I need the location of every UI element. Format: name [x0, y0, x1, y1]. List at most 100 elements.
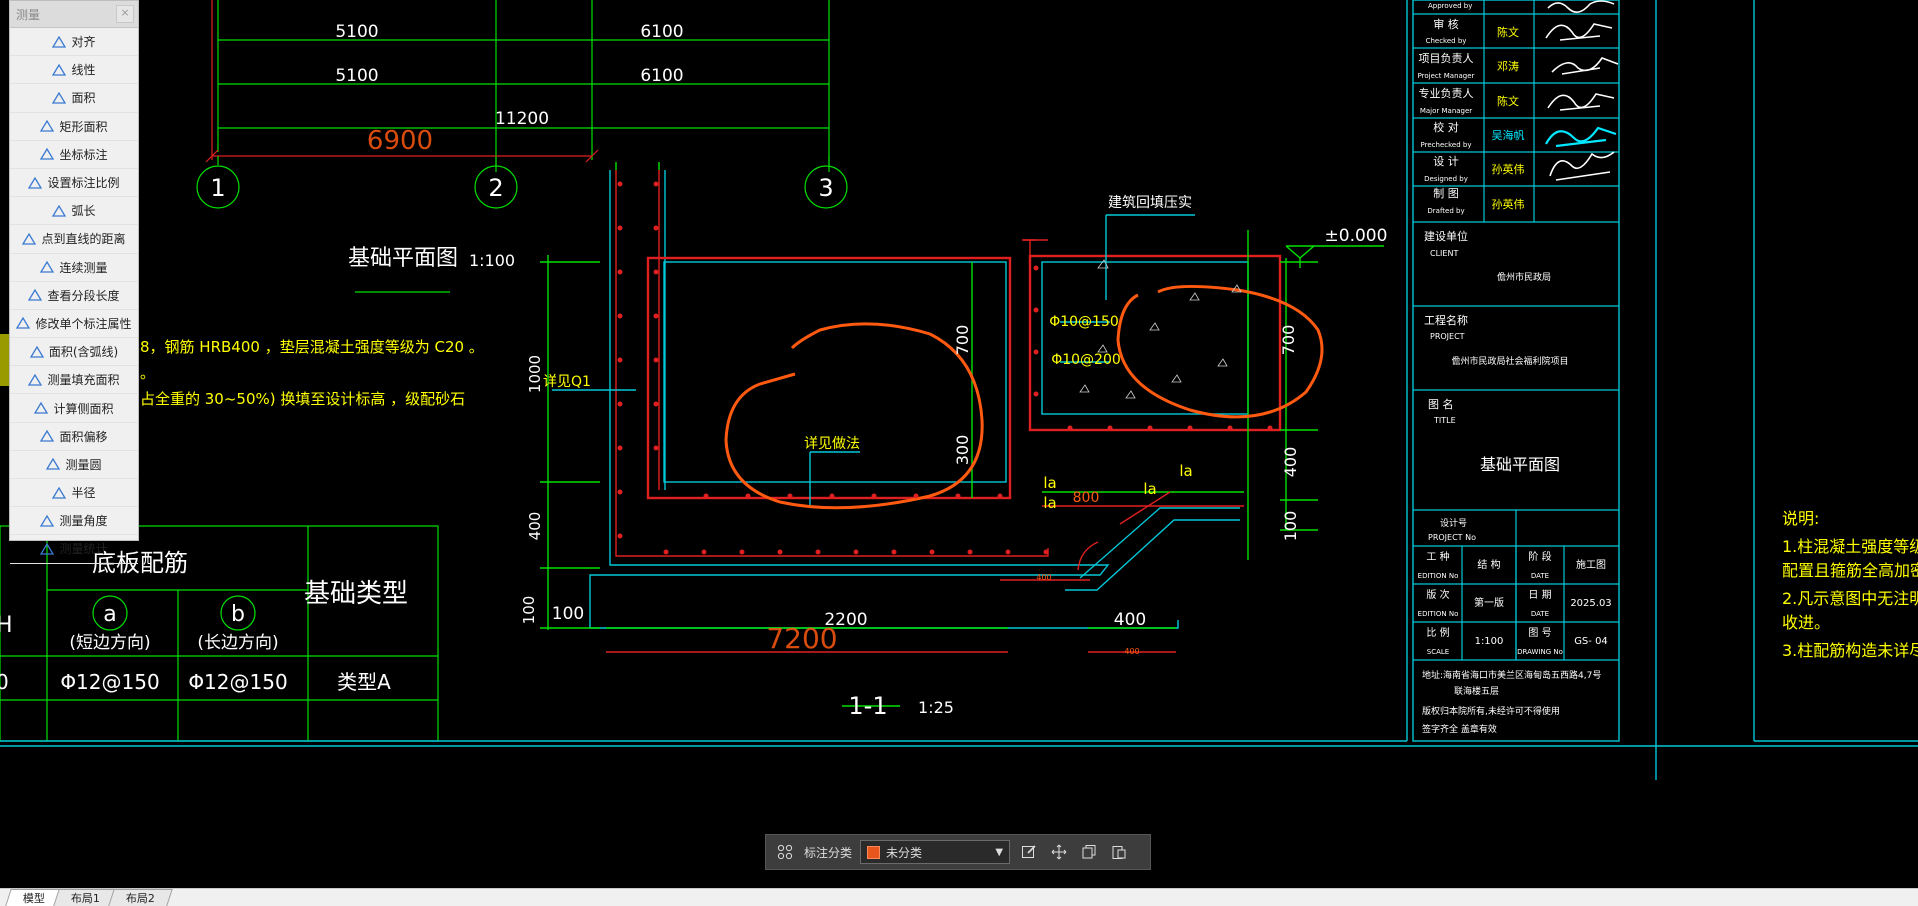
- measure-tool-circle-measure[interactable]: 测量圆: [10, 451, 138, 479]
- svg-text:吴海帆: 吴海帆: [1492, 128, 1525, 142]
- dim-small: 400: [1036, 573, 1051, 582]
- svg-text:TITLE: TITLE: [1433, 416, 1456, 425]
- la-label: la: [1179, 462, 1192, 480]
- statistics-icon: [40, 542, 55, 556]
- measure-tool-statistics[interactable]: 测量统计: [10, 535, 138, 564]
- svg-text:孙英伟: 孙英伟: [1492, 197, 1525, 211]
- measure-tool-coordinate[interactable]: 坐标标注: [10, 141, 138, 169]
- svg-text:儋州市民政局: 儋州市民政局: [1497, 271, 1551, 283]
- measure-panel-header[interactable]: 测量 ×: [10, 1, 138, 28]
- category-selected-value: 未分类: [886, 845, 923, 860]
- plan-note: 占全重的 30~50%) 换填至设计标高 ，级配砂石: [140, 390, 465, 408]
- measure-tool-hatch-area[interactable]: 测量填充面积: [10, 366, 138, 395]
- measure-tool-radius[interactable]: 半径: [10, 479, 138, 508]
- point-line-distance-icon: [22, 232, 37, 246]
- plan-note: 。: [140, 364, 155, 382]
- svg-text:日 期: 日 期: [1528, 589, 1551, 601]
- table-cell: Φ12@150: [188, 670, 287, 694]
- measure-tool-edit-annotation[interactable]: 修改单个标注属性: [10, 310, 138, 339]
- signature-cyan: [1545, 126, 1617, 148]
- chevron-down-icon: ▼: [995, 846, 1004, 858]
- measure-tool-area-offset[interactable]: 面积偏移: [10, 423, 138, 451]
- annotation-toolbar: 标注分类 未分类 ▼: [765, 834, 1151, 870]
- measure-tool-label: 面积偏移: [59, 429, 108, 444]
- category-color-swatch: [867, 845, 881, 859]
- measure-tool-area-measure[interactable]: 面积: [10, 84, 138, 113]
- svg-text:第一版: 第一版: [1474, 596, 1504, 609]
- cad-canvas[interactable]: 5100 6100 5100 6100 11200 6900 1 2 3 基础平…: [0, 0, 1918, 888]
- close-icon[interactable]: ×: [116, 5, 134, 23]
- svg-text:工 种: 工 种: [1426, 550, 1449, 563]
- category-select[interactable]: 未分类 ▼: [860, 840, 1011, 864]
- measure-tool-list: 对齐线性 面积矩形面积坐标标注设置标注比例弧长点到直线的距离连续测量查看分段长度修…: [10, 28, 138, 564]
- svg-text:项目负责人: 项目负责人: [1419, 51, 1474, 65]
- svg-text:PROJECT No: PROJECT No: [1428, 533, 1476, 542]
- svg-text:1.柱混凝土强度等级为C: 1.柱混凝土强度等级为C: [1782, 537, 1918, 556]
- scale-icon: [28, 176, 43, 190]
- layout-tab-bar: 模型 布局1 布局2: [0, 888, 1918, 906]
- table-col-note: (长边方向): [197, 633, 278, 653]
- measure-tool-label: 测量统计: [59, 542, 108, 557]
- svg-text:Project Manager: Project Manager: [1418, 72, 1475, 80]
- measure-tool-scale[interactable]: 设置标注比例: [10, 169, 138, 198]
- move-icon[interactable]: [1048, 841, 1070, 863]
- measure-tool-label: 半径: [71, 486, 96, 501]
- measure-tool-label: 对齐: [71, 35, 96, 50]
- segment-length-icon: [28, 288, 43, 302]
- table-col: b: [231, 602, 245, 627]
- measure-tool-label: 连续测量: [59, 260, 108, 275]
- measure-tool-arc-area[interactable]: 面积(含弧线): [10, 338, 138, 367]
- measure-tool-arc-length[interactable]: 弧长: [10, 197, 138, 226]
- category-label: 标注分类: [804, 845, 853, 860]
- copy-icon[interactable]: [1078, 841, 1100, 863]
- linear-measure-icon: [52, 63, 67, 77]
- svg-text:版 次: 版 次: [1426, 588, 1449, 601]
- svg-text:邓涛: 邓涛: [1497, 59, 1519, 73]
- svg-text:说明:: 说明:: [1782, 509, 1819, 528]
- measure-tool-angle-measure[interactable]: 测量角度: [10, 507, 138, 536]
- measure-tool-linear-measure[interactable]: 线性: [10, 56, 138, 85]
- svg-text:Approved by: Approved by: [1428, 2, 1472, 10]
- tab-layout-2[interactable]: 布局2: [108, 889, 173, 906]
- level-label: ±0.000: [1325, 226, 1388, 246]
- svg-text:比 例: 比 例: [1426, 626, 1449, 639]
- table-cell: H: [0, 613, 13, 638]
- measure-tool-side-area[interactable]: 计算侧面积: [10, 394, 138, 423]
- table-cell: 类型A: [337, 670, 391, 694]
- svg-text:审 核: 审 核: [1433, 17, 1459, 31]
- svg-text:Checked by: Checked by: [1426, 37, 1467, 45]
- measure-tool-segment-length[interactable]: 查看分段长度: [10, 282, 138, 310]
- measure-tool-label: 矩形面积: [59, 119, 108, 134]
- grid-menu-icon[interactable]: [774, 841, 796, 863]
- plan-scale: 1:100: [469, 251, 515, 270]
- title-block-text: Approved by 审 核 Checked by 陈文 项目负责人 Proj…: [1418, 2, 1612, 735]
- rebar-label: Φ10@150: [1049, 314, 1119, 330]
- svg-text:阶 段: 阶 段: [1528, 550, 1551, 563]
- measure-tool-align-measure[interactable]: 对齐: [10, 28, 138, 57]
- measure-tool-label: 修改单个标注属性: [35, 316, 132, 331]
- svg-text:PROJECT: PROJECT: [1430, 332, 1465, 341]
- table-header: 基础类型: [304, 579, 408, 609]
- svg-text:CLIENT: CLIENT: [1430, 249, 1458, 258]
- measure-tool-rect-area[interactable]: 矩形面积: [10, 113, 138, 141]
- signatures: [1545, 0, 1619, 181]
- edit-icon[interactable]: [1018, 841, 1040, 863]
- svg-text:收进。: 收进。: [1782, 613, 1830, 632]
- continuous-measure-icon: [40, 260, 55, 274]
- edit-annotation-icon: [16, 316, 31, 330]
- measure-tool-label: 弧长: [71, 204, 96, 219]
- align-measure-icon: [52, 35, 67, 49]
- measure-tool-point-line-distance[interactable]: 点到直线的距离: [10, 225, 138, 254]
- paste-icon[interactable]: [1108, 841, 1130, 863]
- measure-tool-label: 测量填充面积: [47, 373, 120, 388]
- svg-text:签字齐全 盖章有效: 签字齐全 盖章有效: [1422, 723, 1497, 735]
- dim-text: 100: [552, 604, 584, 624]
- measure-tool-label: 测量角度: [59, 514, 108, 529]
- dim-text: 1000: [526, 355, 544, 393]
- measure-panel: 测量 × 对齐线性 面积矩形面积坐标标注设置标注比例弧长点到直线的距离连续测量查看…: [9, 0, 139, 564]
- dim-text-red: 7200: [766, 622, 837, 655]
- svg-text:工程名称: 工程名称: [1424, 313, 1468, 327]
- measure-tool-continuous-measure[interactable]: 连续测量: [10, 254, 138, 282]
- measure-tool-label: 坐标标注: [59, 147, 108, 162]
- svg-text:DATE: DATE: [1531, 610, 1549, 618]
